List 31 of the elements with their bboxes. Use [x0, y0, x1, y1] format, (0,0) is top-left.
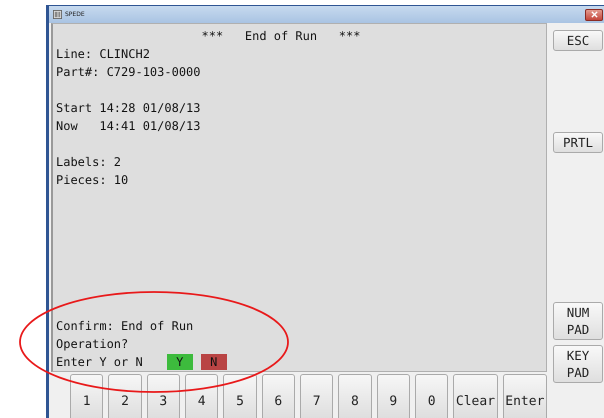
side-button[interactable]: ESC [553, 30, 603, 51]
side-button[interactable]: NUM PAD [553, 302, 603, 340]
screen-line: Labels: 2 [56, 154, 122, 171]
keypad-key[interactable]: 6 [262, 374, 295, 418]
keypad-key[interactable]: 0 [414, 374, 448, 418]
keypad-key[interactable]: 2 [108, 374, 142, 418]
prompt-line: Operation? [56, 336, 130, 353]
keypad-key[interactable]: Clear [453, 374, 498, 418]
prompt-line: Confirm: End of Run [56, 318, 194, 335]
keypad-key[interactable]: 4 [184, 374, 218, 418]
close-button[interactable] [585, 8, 603, 20]
answer-button[interactable]: N [200, 354, 227, 370]
screen-heading: *** End of Run *** [202, 29, 360, 43]
keypad-key[interactable]: Enter [502, 374, 548, 418]
close-icon [590, 11, 598, 18]
keypad-key[interactable]: 1 [70, 374, 104, 418]
keypad-key[interactable]: 8 [338, 374, 372, 418]
answer-button[interactable]: Y [166, 354, 193, 370]
prompt-line: Enter Y or N [56, 354, 143, 371]
screen-line: Start 14:28 01/08/13 [56, 100, 202, 117]
side-button[interactable]: PRTL [553, 132, 603, 153]
screen-line: Part#: C729-103-0000 [56, 64, 202, 81]
keypad-key[interactable]: 5 [223, 374, 257, 418]
screen-line: Line: CLINCH2 [56, 46, 151, 63]
keypad-key[interactable]: 9 [376, 374, 410, 418]
screen-line: Now 14:41 01/08/13 [56, 118, 202, 135]
keypad-key[interactable]: 7 [300, 374, 334, 418]
side-button[interactable]: KEY PAD [553, 345, 603, 383]
keypad-key[interactable]: 3 [146, 374, 180, 418]
screen-line: Pieces: 10 [56, 172, 130, 189]
app-icon [53, 10, 62, 19]
